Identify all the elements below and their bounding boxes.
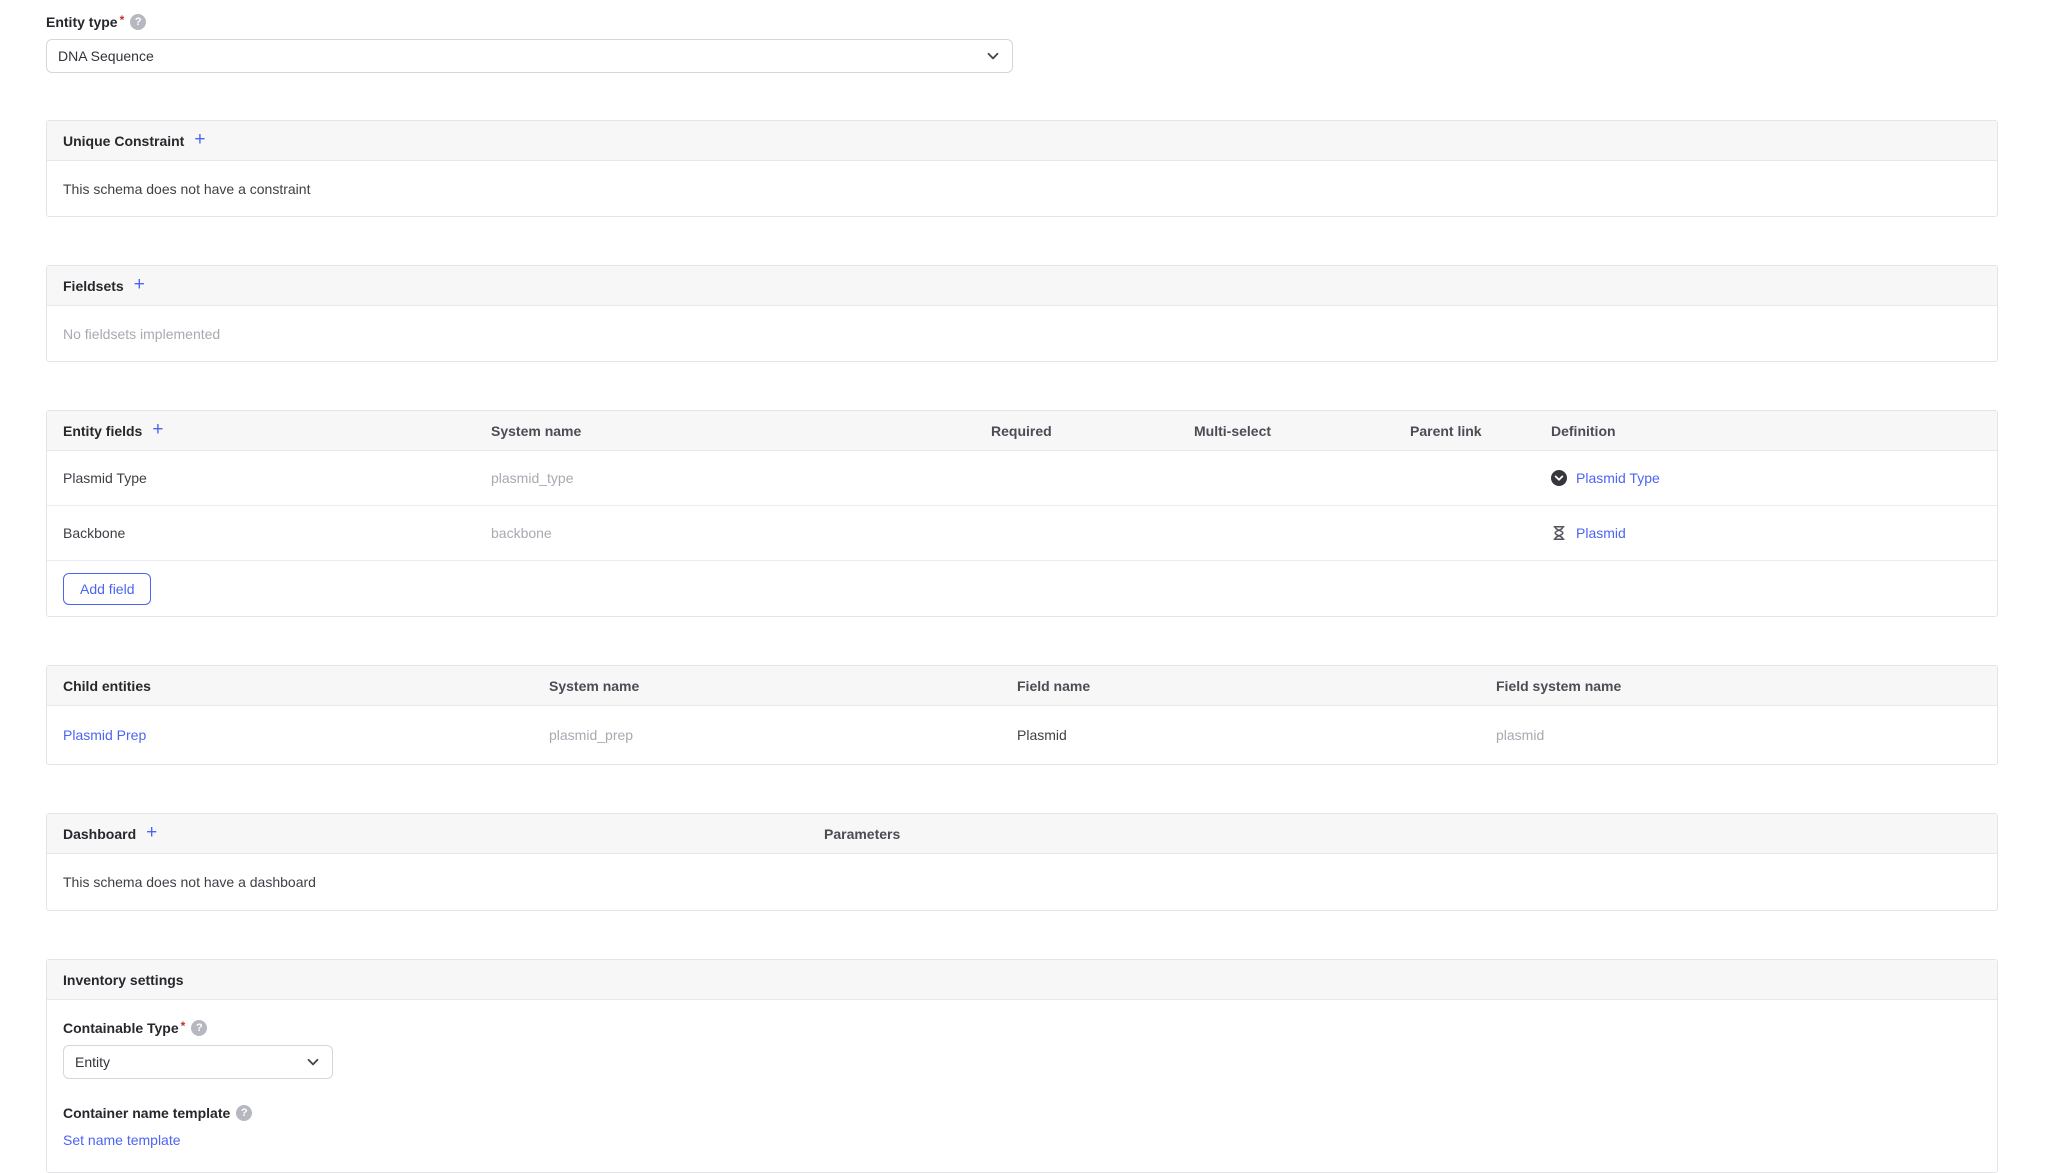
child-entities-header: Child entities System name Field name Fi…	[47, 666, 1997, 706]
column-header-required: Required	[991, 423, 1194, 439]
entity-type-value: DNA Sequence	[58, 48, 154, 64]
column-header-system-name: System name	[549, 678, 1017, 694]
column-header-system-name: System name	[491, 423, 991, 439]
definition-link[interactable]: Plasmid Type	[1576, 470, 1660, 486]
entity-fields-title-cell: Entity fields +	[63, 421, 491, 440]
required-asterisk: *	[120, 13, 125, 27]
containable-type-label-row: Containable Type* ?	[63, 1020, 1981, 1036]
unique-constraint-header: Unique Constraint +	[47, 121, 1997, 161]
field-name: Plasmid Type	[63, 470, 491, 486]
column-header-parameters: Parameters	[824, 826, 1981, 842]
column-header-definition: Definition	[1551, 423, 1981, 439]
chevron-down-icon	[305, 1054, 321, 1070]
set-name-template-link[interactable]: Set name template	[63, 1132, 181, 1148]
dashboard-empty-text: This schema does not have a dashboard	[63, 874, 316, 890]
unique-constraint-section: Unique Constraint + This schema does not…	[46, 120, 1998, 217]
child-entity-cell: Plasmid Prep	[63, 727, 549, 743]
entity-type-label: Entity type	[46, 14, 118, 30]
entity-fields-title: Entity fields	[63, 423, 142, 439]
containable-type-label: Containable Type	[63, 1020, 179, 1036]
child-entity-field-system-name: plasmid	[1496, 727, 1981, 743]
dashboard-title-cell: Dashboard +	[63, 824, 824, 843]
add-dashboard-icon[interactable]: +	[146, 823, 157, 842]
add-fieldset-icon[interactable]: +	[134, 275, 145, 294]
inventory-settings-header: Inventory settings	[47, 960, 1997, 1000]
fieldsets-title: Fieldsets	[63, 278, 124, 294]
container-name-template-label: Container name template	[63, 1105, 230, 1121]
dropdown-circle-icon	[1551, 470, 1567, 486]
chevron-down-icon	[985, 48, 1001, 64]
dashboard-empty-row: This schema does not have a dashboard	[47, 854, 1997, 910]
entity-type-select[interactable]: DNA Sequence	[46, 39, 1013, 73]
unique-constraint-empty-row: This schema does not have a constraint	[47, 161, 1997, 216]
column-header-field-system-name: Field system name	[1496, 678, 1981, 694]
table-row: Backbone backbone Plasmid	[47, 506, 1997, 561]
dashboard-section: Dashboard + Parameters This schema does …	[46, 813, 1998, 911]
child-entity-link[interactable]: Plasmid Prep	[63, 727, 146, 743]
dashboard-header: Dashboard + Parameters	[47, 814, 1997, 854]
add-field-button[interactable]: Add field	[63, 573, 151, 605]
field-name: Backbone	[63, 525, 491, 541]
containable-type-select[interactable]: Entity	[63, 1045, 333, 1079]
inventory-settings-title: Inventory settings	[63, 972, 184, 988]
fieldsets-header: Fieldsets +	[47, 266, 1997, 306]
column-header-field-name: Field name	[1017, 678, 1496, 694]
add-field-row: Add field	[47, 561, 1997, 616]
child-entities-section: Child entities System name Field name Fi…	[46, 665, 1998, 765]
column-header-multi-select: Multi-select	[1194, 423, 1410, 439]
fieldsets-empty-text: No fieldsets implemented	[63, 326, 220, 342]
dna-icon	[1551, 525, 1567, 541]
inventory-settings-section: Inventory settings Containable Type* ? E…	[46, 959, 1998, 1173]
unique-constraint-empty-text: This schema does not have a constraint	[63, 181, 310, 197]
child-entity-system-name: plasmid_prep	[549, 727, 1017, 743]
add-entity-field-icon[interactable]: +	[152, 420, 163, 439]
entity-type-block: Entity type* ? DNA Sequence	[46, 14, 1998, 73]
definition-link[interactable]: Plasmid	[1576, 525, 1626, 541]
dashboard-title: Dashboard	[63, 826, 136, 842]
help-icon[interactable]: ?	[130, 14, 146, 30]
table-row: Plasmid Type plasmid_type Plasmid Type	[47, 451, 1997, 506]
fieldsets-section: Fieldsets + No fieldsets implemented	[46, 265, 1998, 362]
child-entities-title: Child entities	[63, 678, 549, 694]
add-constraint-icon[interactable]: +	[194, 130, 205, 149]
containable-type-value: Entity	[75, 1054, 110, 1070]
container-name-template-label-row: Container name template ?	[63, 1105, 1981, 1121]
schema-settings-page: Entity type* ? DNA Sequence Unique Const…	[46, 0, 1998, 1173]
unique-constraint-title: Unique Constraint	[63, 133, 184, 149]
entity-type-label-row: Entity type* ?	[46, 14, 1998, 30]
field-system-name: plasmid_type	[491, 470, 991, 486]
field-definition-cell: Plasmid	[1551, 525, 1981, 541]
help-icon[interactable]: ?	[191, 1020, 207, 1036]
required-asterisk: *	[181, 1019, 186, 1033]
field-system-name: backbone	[491, 525, 991, 541]
entity-fields-section: Entity fields + System name Required Mul…	[46, 410, 1998, 617]
column-header-parent-link: Parent link	[1410, 423, 1551, 439]
inventory-settings-body: Containable Type* ? Entity Container nam…	[47, 1000, 1997, 1172]
table-row: Plasmid Prep plasmid_prep Plasmid plasmi…	[47, 706, 1997, 764]
help-icon[interactable]: ?	[236, 1105, 252, 1121]
child-entity-field-name: Plasmid	[1017, 727, 1496, 743]
fieldsets-empty-row: No fieldsets implemented	[47, 306, 1997, 361]
field-definition-cell: Plasmid Type	[1551, 470, 1981, 486]
entity-fields-header: Entity fields + System name Required Mul…	[47, 411, 1997, 451]
